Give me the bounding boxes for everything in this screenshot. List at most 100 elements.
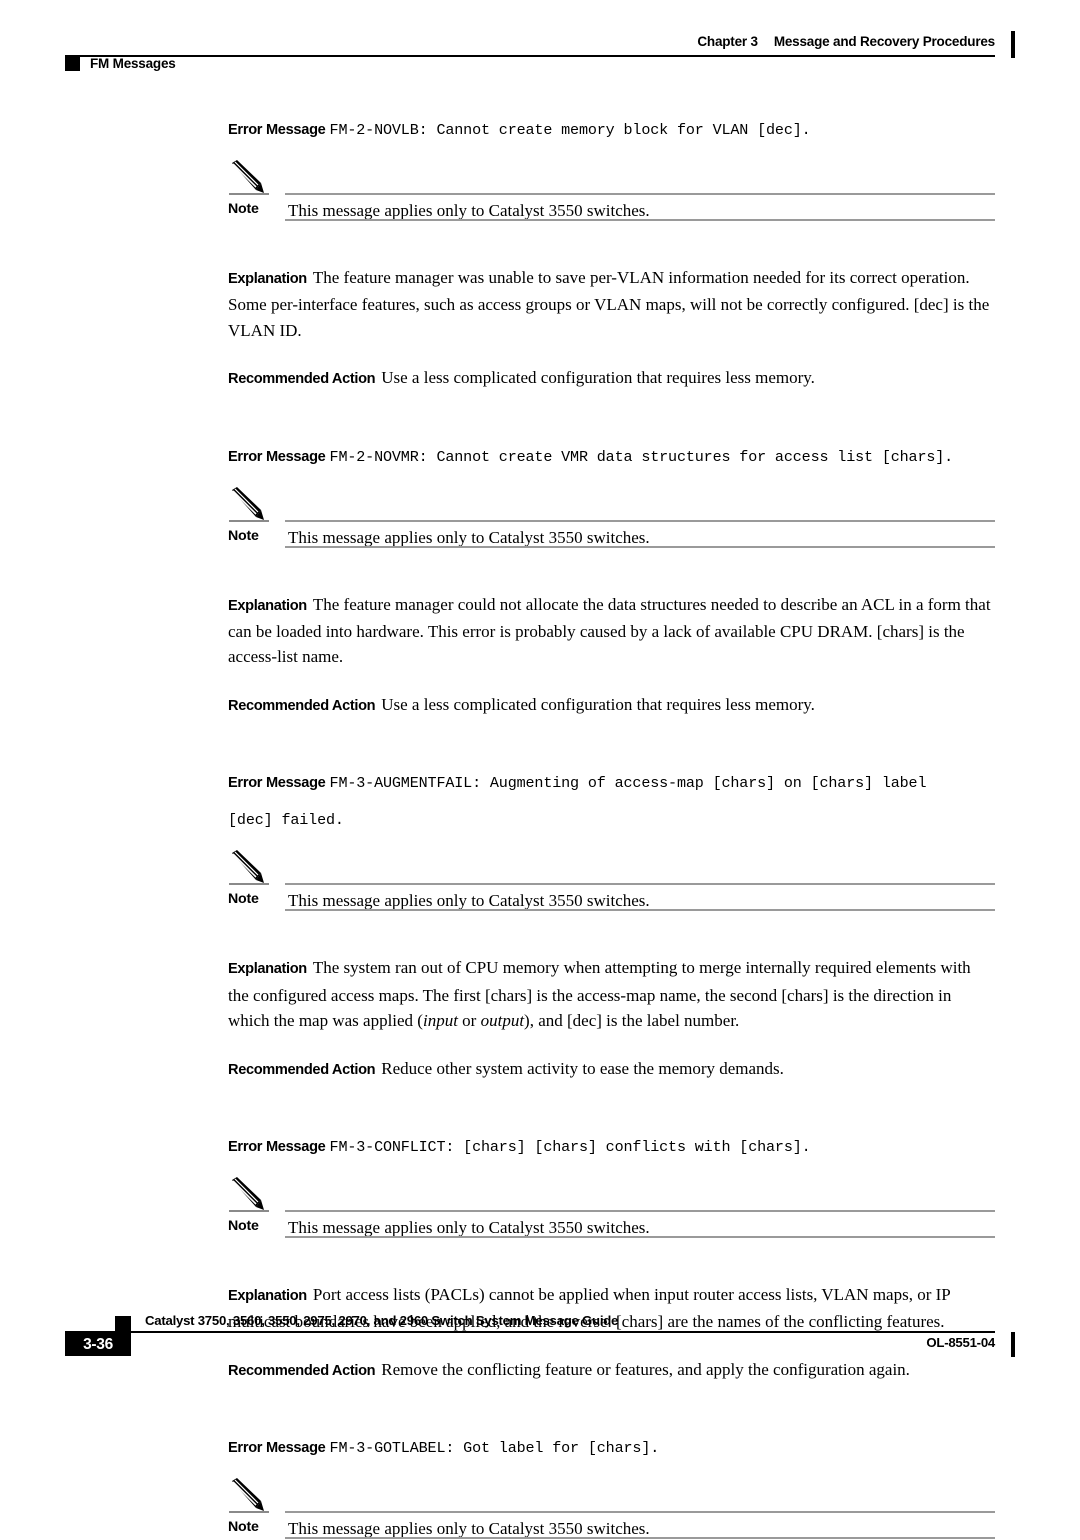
explanation-label: Explanation (228, 1287, 307, 1304)
pencil-icon (230, 486, 272, 524)
message-block-novlb: Error Message FM-2-NOVLB: Cannot create … (0, 118, 1080, 393)
error-message-code: FM-2-NOVMR: Cannot create VMR data struc… (329, 447, 954, 466)
recommended-action-text: Reduce other system activity to ease the… (381, 1058, 784, 1078)
note-icon-rule (229, 1209, 269, 1212)
explanation-label: Explanation (228, 961, 307, 978)
note-icon-rule (229, 193, 269, 195)
message-block-conflict: Error Message FM-3-CONFLICT: [chars] [ch… (0, 1135, 1080, 1384)
note-callout: Note This message applies only to Cataly… (0, 486, 1080, 548)
pencil-icon (230, 849, 272, 887)
error-message-label: Error Message (228, 1138, 326, 1155)
message-block-gotlabel: Error Message FM-3-GOTLABEL: Got label f… (0, 1436, 1080, 1540)
note-callout: Note This message applies only to Cataly… (0, 159, 1080, 221)
explanation-text: The feature manager could not allocate t… (228, 594, 991, 667)
note-label: Note (228, 527, 259, 544)
explanation-emphasis-input: input (422, 1011, 458, 1031)
error-message-line: Error Message FM-2-NOVLB: Cannot create … (0, 118, 1080, 141)
note-rule-top (285, 1511, 995, 1514)
note-rule-top (285, 883, 995, 886)
message-block-novmr: Error Message FM-2-NOVMR: Cannot create … (0, 445, 1080, 720)
footer-edge-marker (1011, 1332, 1015, 1357)
note-rule-bottom (285, 219, 995, 221)
recommended-action-text: Use a less complicated configuration tha… (381, 694, 815, 714)
note-callout: Note This message applies only to Cataly… (0, 849, 1080, 912)
note-rule-bottom (285, 1235, 995, 1238)
error-message-line: Error Message FM-3-AUGMENTFAIL: Augmenti… (0, 771, 1080, 794)
section-bullet-icon (65, 56, 80, 71)
recommended-action-label: Recommended Action (228, 697, 376, 714)
error-message-code: FM-3-AUGMENTFAIL: Augmenting of access-m… (329, 774, 927, 793)
explanation-paragraph: Explanation The feature manager could not… (0, 592, 1080, 670)
header-rule (65, 55, 995, 57)
error-message-label: Error Message (228, 448, 326, 465)
footer-rule (65, 1331, 995, 1333)
note-icon-rule (229, 883, 269, 886)
note-rule-top (285, 193, 995, 195)
recommended-action-paragraph: Recommended Action Remove the conflicting… (0, 1357, 1080, 1384)
header-edge-marker (1011, 31, 1015, 58)
note-label: Note (228, 201, 259, 217)
note-label: Note (228, 1519, 259, 1536)
page-header: Chapter 3 Message and Recovery Procedures… (0, 0, 1080, 86)
explanation-paragraph: Explanation The system ran out of CPU mem… (0, 955, 1080, 1033)
header-chapter-number: Chapter 3 (697, 34, 758, 49)
error-message-code-continued: [dec] failed. (228, 811, 344, 830)
header-chapter-title: Message and Recovery Procedures (773, 34, 995, 49)
explanation-label: Explanation (228, 271, 307, 287)
page-number: 3-36 (83, 1336, 113, 1353)
recommended-action-text: Remove the conflicting feature or featur… (381, 1359, 910, 1379)
error-message-code: FM-3-CONFLICT: [chars] [chars] conflicts… (329, 1137, 811, 1156)
header-section-label: FM Messages (90, 56, 176, 71)
error-message-label: Error Message (228, 775, 326, 792)
explanation-emphasis-output: output (480, 1011, 525, 1031)
error-message-code: FM-2-NOVLB: Cannot create memory block f… (329, 121, 811, 139)
pencil-icon (230, 1176, 272, 1214)
recommended-action-label: Recommended Action (228, 371, 376, 388)
recommended-action-paragraph: Recommended Action Use a less complicated… (0, 365, 1080, 392)
recommended-action-paragraph: Recommended Action Use a less complicated… (0, 692, 1080, 719)
note-rule-top (285, 519, 995, 522)
explanation-text-post: ), and [dec] is the label number. (524, 1011, 740, 1031)
explanation-paragraph: Explanation The feature manager was unabl… (0, 265, 1080, 343)
note-callout: Note This message applies only to Cataly… (0, 1176, 1080, 1238)
explanation-text: The feature manager was unable to save p… (228, 268, 990, 340)
error-message-line: Error Message FM-2-NOVMR: Cannot create … (0, 445, 1080, 468)
error-message-label: Error Message (228, 1440, 326, 1457)
note-rule-bottom (285, 545, 995, 548)
note-label: Note (228, 1217, 259, 1234)
error-message-line: Error Message FM-3-CONFLICT: [chars] [ch… (0, 1135, 1080, 1158)
note-label: Note (228, 891, 259, 908)
recommended-action-label: Recommended Action (228, 1362, 376, 1379)
explanation-label: Explanation (228, 597, 307, 614)
note-rule-bottom (285, 1537, 995, 1540)
pencil-icon (230, 1477, 272, 1515)
footer-guide-title: Catalyst 3750, 3560, 3550, 2975, 2970, a… (145, 1313, 619, 1328)
note-rule-top (285, 1209, 995, 1212)
note-rule-bottom (285, 909, 995, 912)
message-block-augmentfail: Error Message FM-3-AUGMENTFAIL: Augmenti… (0, 771, 1080, 1083)
note-callout: Note This message applies only to Cataly… (0, 1477, 1080, 1540)
error-message-label: Error Message (228, 122, 326, 138)
recommended-action-paragraph: Recommended Action Reduce other system ac… (0, 1056, 1080, 1083)
error-message-code: FM-3-GOTLABEL: Got label for [chars]. (329, 1439, 660, 1458)
recommended-action-text: Use a less complicated configuration tha… (381, 368, 815, 388)
pencil-icon (230, 159, 272, 197)
explanation-text-mid: or (457, 1011, 481, 1031)
recommended-action-label: Recommended Action (228, 1061, 376, 1078)
note-icon-rule (229, 519, 269, 522)
footer-document-id: OL-8551-04 (926, 1335, 995, 1350)
error-message-line: Error Message FM-3-GOTLABEL: Got label f… (0, 1436, 1080, 1459)
header-chapter-info: Chapter 3 Message and Recovery Procedures (697, 34, 995, 49)
